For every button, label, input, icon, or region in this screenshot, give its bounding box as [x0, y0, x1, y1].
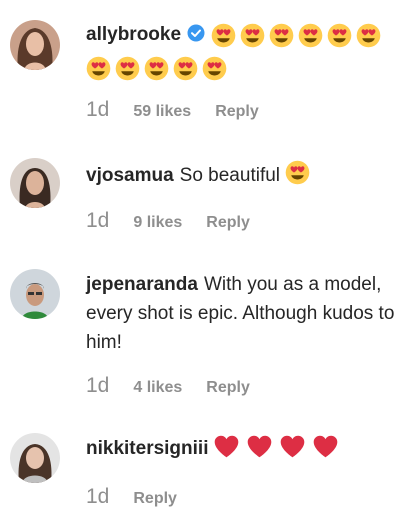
heart-eyes-emoji — [269, 23, 294, 48]
reply-button[interactable]: Reply — [206, 214, 250, 232]
comment-likes[interactable]: 9 likes — [133, 214, 182, 232]
reply-button[interactable]: Reply — [133, 490, 177, 508]
comment-username[interactable]: vjosamua — [86, 165, 174, 186]
avatar[interactable] — [10, 20, 60, 70]
heart-eyes-emoji — [144, 56, 169, 81]
heart-eyes-emoji — [211, 23, 236, 48]
emoji-list — [285, 160, 310, 185]
emoji-list — [214, 435, 342, 458]
comment-timestamp: 1d — [86, 98, 110, 121]
red-heart-emoji — [214, 435, 239, 458]
verified-badge-icon — [187, 22, 205, 51]
comment-timestamp: 1d — [86, 485, 110, 508]
heart-eyes-emoji — [356, 23, 381, 48]
avatar[interactable] — [10, 158, 60, 208]
reply-button[interactable]: Reply — [206, 379, 250, 397]
avatar[interactable] — [10, 433, 60, 483]
comment-text: So beautiful — [179, 165, 281, 186]
red-heart-emoji — [313, 435, 338, 458]
comment-likes[interactable]: 4 likes — [133, 379, 182, 397]
heart-eyes-emoji — [115, 56, 140, 81]
avatar[interactable] — [10, 269, 60, 319]
comment-username[interactable]: jepenaranda — [86, 274, 198, 295]
heart-eyes-emoji — [202, 56, 227, 81]
comment-username[interactable]: allybrooke — [86, 24, 181, 45]
comment-timestamp: 1d — [86, 374, 110, 397]
heart-eyes-emoji — [327, 23, 352, 48]
heart-eyes-emoji — [285, 160, 310, 185]
heart-eyes-emoji — [240, 23, 265, 48]
comment-timestamp: 1d — [86, 209, 110, 232]
heart-eyes-emoji — [173, 56, 198, 81]
heart-eyes-emoji — [86, 56, 111, 81]
red-heart-emoji — [247, 435, 272, 458]
comment-likes[interactable]: 59 likes — [133, 103, 191, 121]
comment-username[interactable]: nikkitersigniii — [86, 438, 208, 459]
red-heart-emoji — [280, 435, 305, 458]
heart-eyes-emoji — [298, 23, 323, 48]
reply-button[interactable]: Reply — [215, 103, 259, 121]
